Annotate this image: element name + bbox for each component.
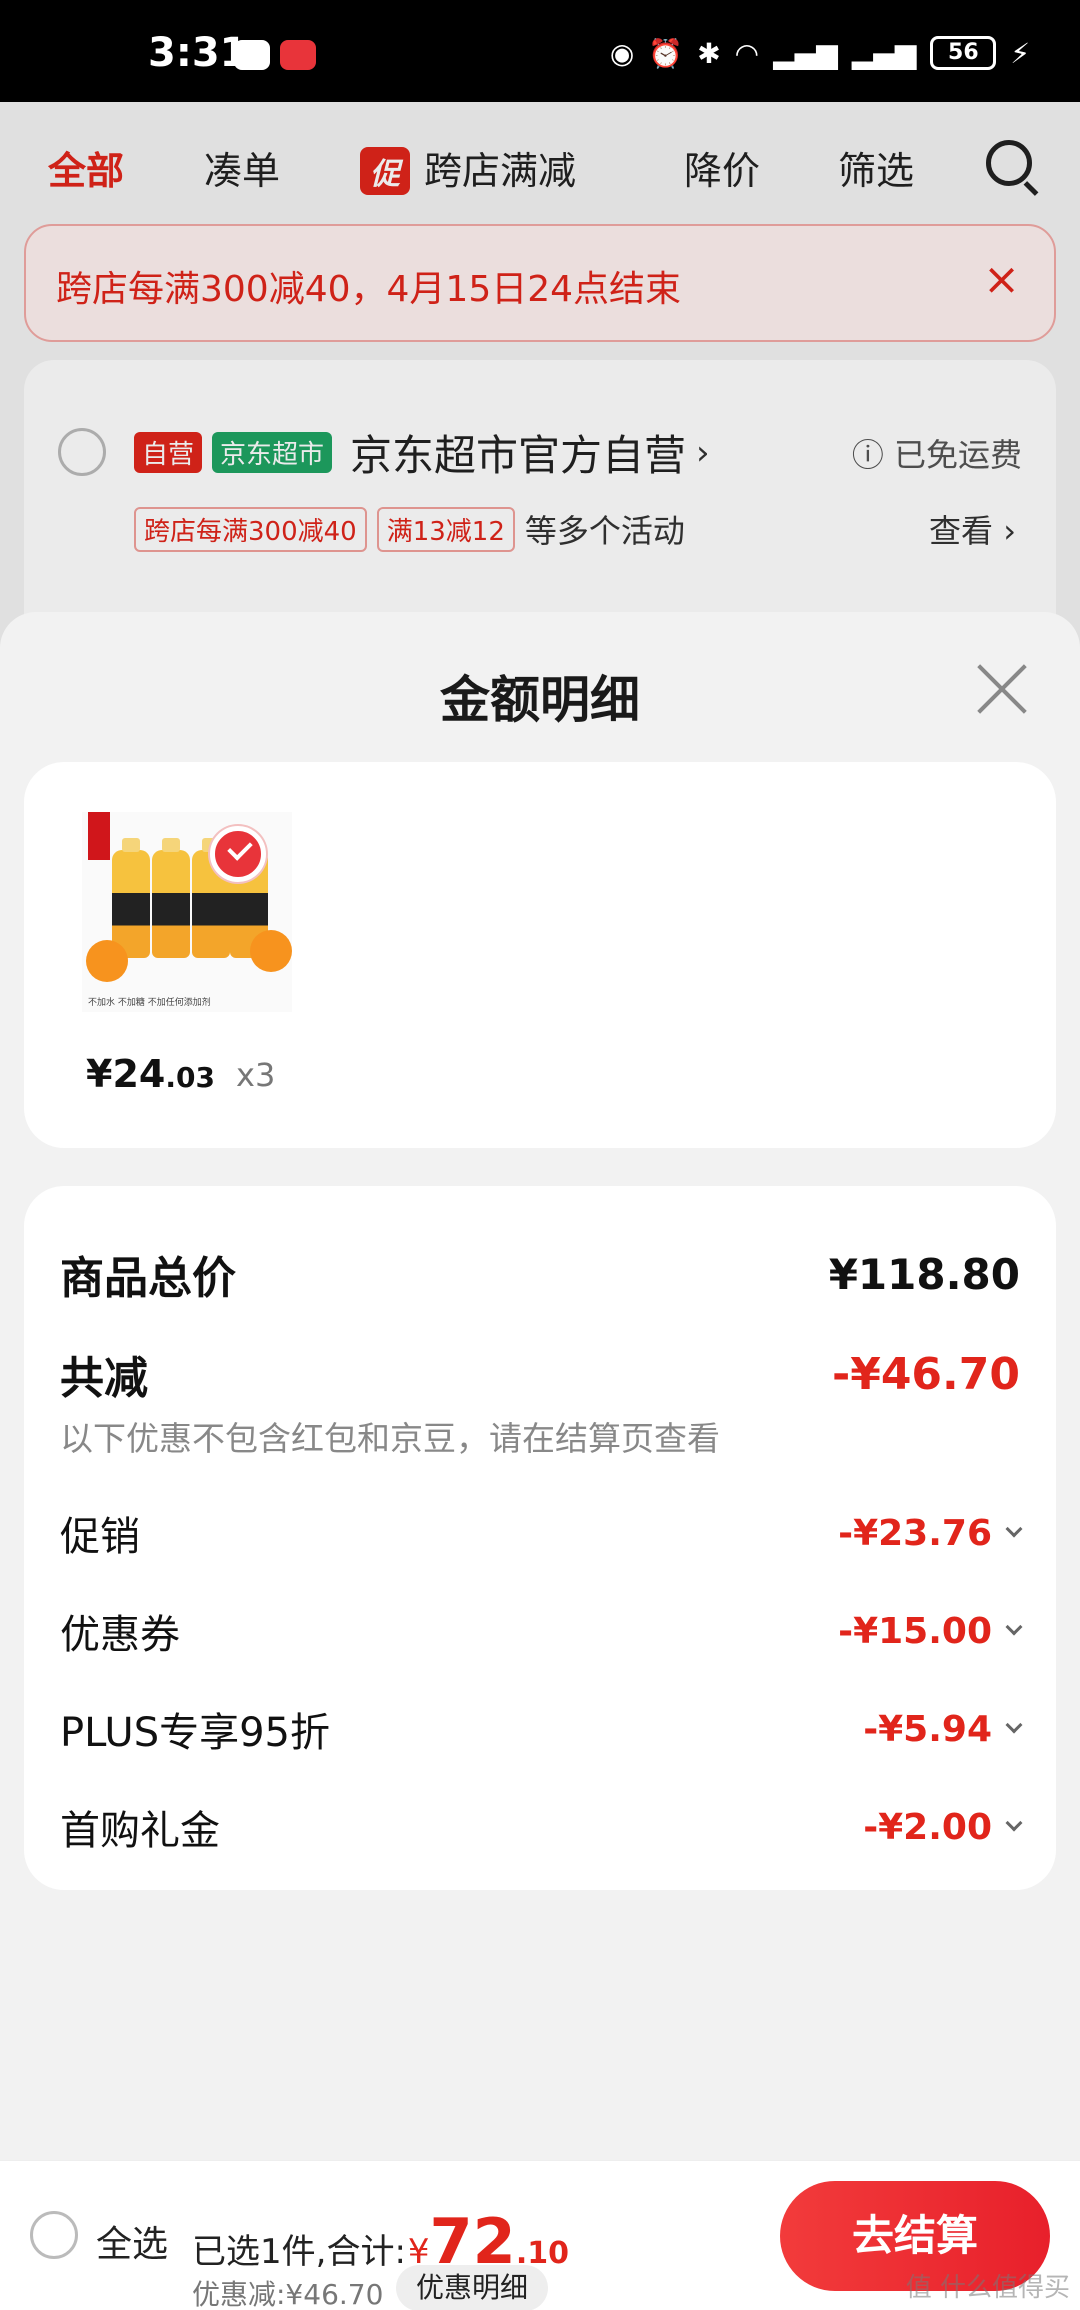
alarm-icon: ⏰: [648, 36, 684, 70]
checkmark-icon: [210, 826, 266, 882]
amount-detail-sheet: 金额明细 不加水 不加糖 不加任何添加剂 ¥24.03 x3 商品总价 ¥118…: [0, 612, 1080, 2310]
chevron-down-icon: [1005, 1520, 1023, 1538]
discount-item-promotion[interactable]: 促销 -¥23.76: [60, 1504, 1023, 1562]
discount-item-coupon[interactable]: 优惠券 -¥15.00: [60, 1602, 1023, 1660]
wifi-icon: ◠: [734, 36, 760, 70]
signal-4g-icon: ▂▄▆: [851, 36, 917, 70]
chevron-down-icon: [1005, 1618, 1023, 1636]
watermark: 值 什么值得买: [905, 2273, 1070, 2303]
discount-item-first-purchase[interactable]: 首购礼金 -¥2.00: [60, 1798, 1023, 1856]
chevron-down-icon: [1005, 1814, 1023, 1832]
total-price-row: 商品总价 ¥118.80: [60, 1242, 1020, 1306]
product-quantity: x3: [236, 1056, 276, 1094]
reduction-note: 以下优惠不包含红包和京豆，请在结算页查看: [60, 1419, 720, 1458]
eye-icon: ◉: [609, 36, 635, 70]
discount-item-value: -¥23.76: [838, 1512, 1023, 1554]
total-reduction-row: 共减 -¥46.70: [60, 1342, 1020, 1406]
signal-4g-icon: ▂▄▆: [773, 36, 838, 70]
selected-count-text: 已选1件,合计:: [192, 2232, 406, 2272]
huawei-app-icon: [280, 40, 316, 70]
status-time: 3:31: [148, 30, 248, 76]
discount-item-label: 首购礼金: [60, 1808, 220, 1854]
select-all-checkbox[interactable]: [30, 2211, 78, 2259]
charging-icon: ⚡: [1010, 36, 1030, 70]
discount-item-label: PLUS专享95折: [60, 1710, 330, 1756]
discount-item-value: -¥5.94: [863, 1708, 1023, 1750]
total-reduction-label: 共减: [60, 1353, 148, 1404]
discount-item-label: 促销: [60, 1514, 140, 1560]
chevron-down-icon: [1005, 1716, 1023, 1734]
total-price-value: ¥118.80: [828, 1249, 1020, 1299]
total-amount-int: 72: [429, 2205, 516, 2278]
select-all-label[interactable]: 全选: [96, 2215, 168, 2267]
battery-indicator: 56: [930, 36, 997, 70]
wechat-icon: [234, 40, 270, 70]
product-price: ¥24.03: [86, 1052, 215, 1096]
sheet-title: 金额明细: [440, 671, 640, 729]
product-image-caption: 不加水 不加糖 不加任何添加剂: [88, 998, 211, 1008]
product-price-int: ¥24: [86, 1052, 166, 1096]
status-bar: 3:31 ◉ ⏰ ✱ ◠ ▂▄▆ ▂▄▆ 56 ⚡: [0, 0, 1080, 102]
product-image: 不加水 不加糖 不加任何添加剂: [82, 812, 292, 1012]
product-card: 不加水 不加糖 不加任何添加剂 ¥24.03 x3: [24, 762, 1056, 1148]
bluetooth-icon: ✱: [697, 36, 721, 70]
discount-item-plus[interactable]: PLUS专享95折 -¥5.94: [60, 1700, 1023, 1758]
brand-logo: [88, 812, 110, 860]
selected-summary: 已选1件,合计: ¥ 72 .10: [192, 2211, 569, 2273]
status-icons: ◉ ⏰ ✱ ◠ ▂▄▆ ▂▄▆ 56 ⚡: [610, 36, 1030, 70]
total-price-label: 商品总价: [60, 1253, 236, 1304]
discount-summary: 优惠减:¥46.70: [192, 2278, 384, 2310]
product-price-dec: .03: [165, 1061, 215, 1094]
discount-detail-button[interactable]: 优惠明细: [396, 2265, 549, 2310]
discount-item-value: -¥15.00: [838, 1610, 1023, 1652]
price-detail-card: 商品总价 ¥118.80 共减 -¥46.70 以下优惠不包含红包和京豆，请在结…: [24, 1186, 1056, 1890]
checkout-bar: 全选 已选1件,合计: ¥ 72 .10 优惠减:¥46.70 优惠明细 去结算…: [0, 2160, 1080, 2310]
total-reduction-value: -¥46.70: [831, 1348, 1020, 1400]
discount-item-amount: -¥5.94: [863, 1708, 992, 1750]
discount-item-amount: -¥23.76: [838, 1512, 992, 1554]
discount-item-amount: -¥2.00: [863, 1806, 992, 1848]
discount-item-amount: -¥15.00: [838, 1610, 992, 1652]
close-icon[interactable]: [974, 660, 1030, 716]
discount-item-value: -¥2.00: [863, 1806, 1023, 1848]
discount-item-label: 优惠券: [60, 1612, 180, 1658]
